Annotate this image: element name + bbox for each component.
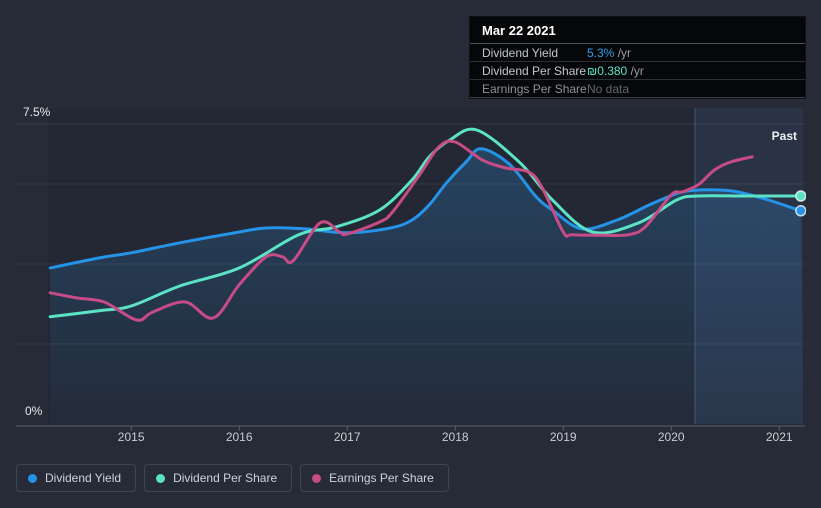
tooltip-date: Mar 22 2021	[470, 17, 805, 44]
legend-dot-icon	[312, 473, 322, 483]
y-axis-max-label: 7.5%	[23, 105, 51, 119]
tooltip-row-value: ₪0.380	[587, 63, 628, 78]
dividend-history-panel: 7.5% 0% 2015 2016 2017 2018 2019 2020 2021 Pas…	[0, 0, 821, 508]
legend-dot-icon	[28, 473, 37, 483]
x-tick-label: 2017	[333, 430, 361, 444]
tooltip-row-label: Dividend Per Share	[482, 63, 587, 78]
tooltip-row-dividend-per-share: Dividend Per Share ₪0.380 /yr	[470, 62, 805, 80]
tooltip-row-earnings-per-share: Earnings Per Share No data	[470, 80, 805, 98]
x-tick-label: 2015	[117, 430, 145, 444]
x-tick-label: 2019	[549, 430, 577, 444]
legend-item-label: Dividend Per Share	[173, 471, 278, 485]
x-tick-label: 2018	[441, 430, 469, 444]
legend-item-dividend-yield[interactable]: Dividend Yield	[16, 464, 137, 492]
tooltip-row-value: No data	[587, 81, 630, 96]
x-tick-label: 2021	[765, 430, 793, 444]
tooltip-row-dividend-yield: Dividend Yield 5.3% /yr	[470, 44, 805, 62]
tooltip-row-value: 5.3%	[587, 45, 615, 60]
x-tick-label: 2016	[225, 430, 253, 444]
chart-tooltip: Mar 22 2021 Dividend Yield 5.3% /yr Divi…	[470, 17, 805, 98]
legend-item-label: Earnings Per Share	[329, 471, 434, 485]
tooltip-row-suffix: /yr	[627, 63, 644, 78]
legend-dot-icon	[156, 473, 166, 483]
past-region-label: Past	[771, 129, 797, 143]
tooltip-row-label: Earnings Per Share	[482, 81, 587, 96]
y-axis-min-label: 0%	[25, 404, 43, 418]
legend-item-earnings-per-share[interactable]: Earnings Per Share	[300, 464, 449, 492]
tooltip-row-suffix: /yr	[614, 45, 632, 60]
chart-legend: Dividend Yield Dividend Per Share Earnin…	[16, 464, 449, 492]
legend-item-label: Dividend Yield	[45, 471, 122, 485]
tooltip-row-label: Dividend Yield	[482, 45, 559, 60]
x-tick-label: 2020	[657, 430, 685, 444]
legend-item-dividend-per-share[interactable]: Dividend Per Share	[144, 464, 293, 492]
